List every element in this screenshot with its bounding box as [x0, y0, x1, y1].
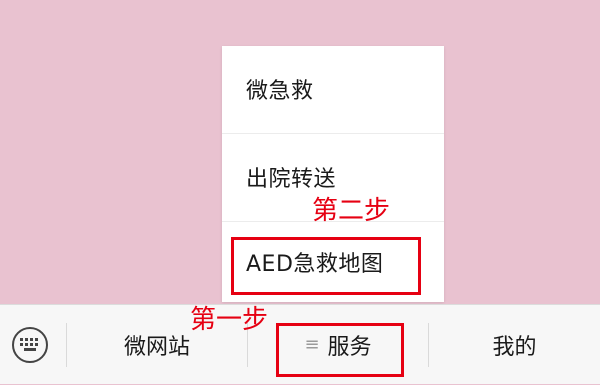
tab-label: 我的: [492, 335, 537, 360]
tab-label: 微网站: [123, 335, 190, 360]
menu-item-label: 微急救: [246, 79, 314, 104]
keyboard-glyph: [20, 338, 38, 351]
step-two-label: 第二步: [312, 196, 391, 226]
step-one-highlight-box: [276, 323, 404, 377]
tab-mine[interactable]: 我的: [429, 305, 600, 385]
menu-item-micro-first-aid[interactable]: 微急救: [222, 46, 444, 132]
menu-item-label: 出院转送: [246, 167, 337, 192]
step-two-highlight-box: [231, 237, 421, 295]
keyboard-icon[interactable]: [12, 327, 48, 363]
step-one-label: 第一步: [190, 305, 269, 335]
